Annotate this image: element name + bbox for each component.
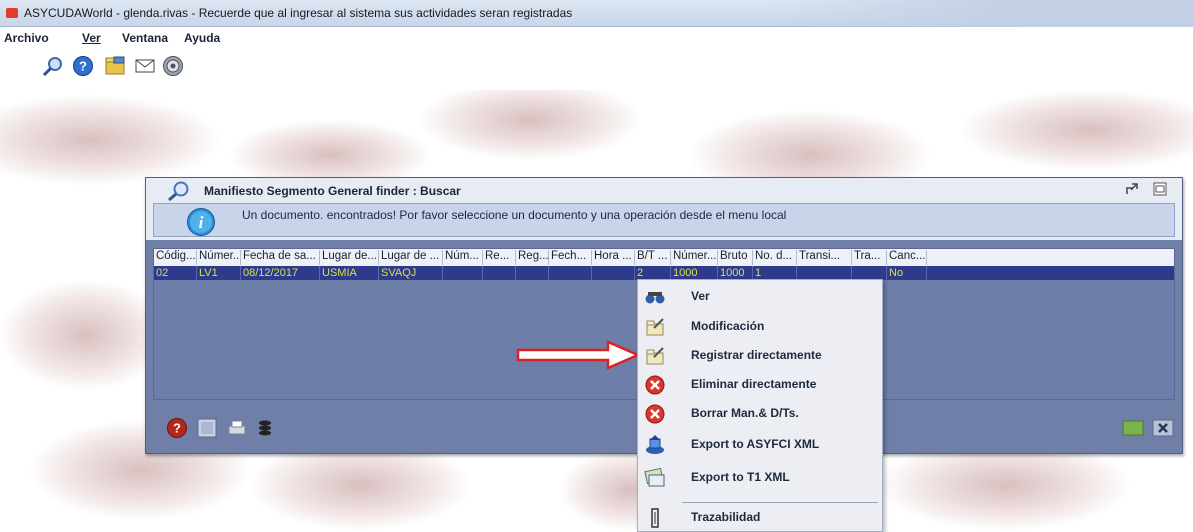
table-cell — [516, 266, 549, 280]
menu-item-trazabilidad[interactable]: Trazabilidad — [638, 503, 882, 531]
app-icon — [6, 8, 18, 18]
table-cell: USMIA — [320, 266, 379, 280]
finder-header: Manifiesto Segmento General finder : Bus… — [146, 178, 1182, 240]
svg-text:?: ? — [79, 59, 87, 74]
menu-ayuda[interactable]: Ayuda — [184, 31, 220, 45]
column-header[interactable]: Códig... — [154, 250, 197, 265]
menu-archivo[interactable]: Archivo — [4, 31, 49, 45]
power-icon[interactable] — [162, 55, 184, 77]
finder-title: Manifiesto Segmento General finder : Bus… — [204, 184, 461, 198]
column-header[interactable]: Canc... — [887, 250, 927, 265]
column-header[interactable]: Bruto — [718, 250, 753, 265]
table-cell — [852, 266, 887, 280]
table-cell — [549, 266, 592, 280]
svg-text:i: i — [199, 213, 204, 232]
table-cell: LV1 — [197, 266, 241, 280]
context-menu: Ver Modificación Registrar directamente … — [637, 279, 883, 532]
column-header[interactable]: Fecha de sa... — [241, 250, 320, 265]
help-icon[interactable]: ? — [166, 417, 188, 439]
menu-item-label: Borrar Man.& D/Ts. — [691, 406, 799, 420]
print-icon[interactable] — [226, 417, 248, 439]
confirm-icon[interactable] — [1122, 417, 1144, 439]
menu-item-modificacion[interactable]: Modificación — [638, 312, 882, 340]
detach-icon[interactable] — [1124, 181, 1140, 197]
maximize-icon[interactable] — [1152, 181, 1168, 197]
column-header[interactable]: Lugar de ... — [379, 250, 443, 265]
export-xml-icon — [646, 435, 664, 454]
annotation-arrow — [516, 340, 642, 370]
title-bar-gradient — [763, 0, 1193, 27]
menu-item-label: Eliminar directamente — [691, 377, 817, 391]
column-header[interactable]: Reg... — [516, 250, 549, 265]
menu-ver[interactable]: Ver — [82, 31, 101, 45]
table-cell: 2 — [635, 266, 671, 280]
column-header[interactable]: Hora ... — [592, 250, 635, 265]
menu-ventana[interactable]: Ventana — [122, 31, 168, 45]
edit-folder-icon — [646, 318, 664, 336]
help-icon[interactable]: ? — [72, 55, 94, 77]
close-icon[interactable] — [1152, 417, 1174, 439]
menu-item-label: Export to T1 XML — [691, 470, 790, 484]
column-header[interactable]: Númer... — [197, 250, 241, 265]
menu-item-eliminar-directamente[interactable]: Eliminar directamente — [638, 370, 882, 398]
column-header[interactable]: Lugar de... — [320, 250, 379, 265]
document-icon[interactable] — [196, 417, 218, 439]
column-header[interactable]: Tra... — [852, 250, 887, 265]
column-header[interactable]: Transi... — [797, 250, 852, 265]
menu-item-label: Trazabilidad — [691, 510, 761, 524]
table-row[interactable]: 02 LV1 08/12/2017 USMIA SVAQJ 2 1000 100… — [154, 266, 1174, 280]
menu-item-registrar-directamente[interactable]: Registrar directamente — [638, 341, 882, 369]
menu-item-label: Export to ASYFCI XML — [691, 437, 820, 451]
table-cell: No — [887, 266, 927, 280]
message-bar: i Un documento. encontrados! Por favor s… — [153, 203, 1175, 237]
mail-icon[interactable] — [134, 55, 156, 77]
table-cell: 1 — [753, 266, 797, 280]
table-cell: 02 — [154, 266, 197, 280]
menu-item-export-t1[interactable]: Export to T1 XML — [638, 463, 882, 491]
binoculars-search-icon — [168, 181, 189, 202]
svg-text:?: ? — [173, 421, 181, 436]
table-header: Códig... Númer... Fecha de sa... Lugar d… — [154, 249, 1174, 266]
column-header[interactable]: Fech... — [549, 250, 592, 265]
table-cell — [483, 266, 516, 280]
delete-icon — [645, 404, 665, 424]
message-text: Un documento. encontrados! Por favor sel… — [242, 208, 787, 222]
menu-item-label: Ver — [691, 289, 710, 303]
window-title: ASYCUDAWorld - glenda.rivas - Recuerde q… — [24, 6, 573, 20]
info-icon: i — [187, 208, 215, 236]
folder-icon[interactable] — [104, 55, 126, 77]
stack-icon[interactable] — [254, 417, 276, 439]
menu-bar: Archivo Ver Ventana Ayuda — [0, 28, 1193, 48]
table-cell — [592, 266, 635, 280]
menu-item-ver[interactable]: Ver — [638, 282, 882, 310]
column-header[interactable]: Re... — [483, 250, 516, 265]
delete-icon — [645, 375, 665, 395]
window-title-bar: ASYCUDAWorld - glenda.rivas - Recuerde q… — [0, 0, 1193, 27]
column-header[interactable]: B/T ... — [635, 250, 671, 265]
column-header[interactable]: Núm... — [443, 250, 483, 265]
menu-item-borrar[interactable]: Borrar Man.& D/Ts. — [638, 399, 882, 427]
menu-item-export-asyfci[interactable]: Export to ASYFCI XML — [638, 430, 882, 458]
table-cell: 1000 — [671, 266, 718, 280]
search-icon[interactable] — [42, 55, 64, 77]
table-cell — [797, 266, 852, 280]
view-icon — [645, 292, 665, 304]
table-cell: 1000 — [718, 266, 753, 280]
export-t1-icon — [644, 467, 665, 487]
column-header[interactable]: No. d... — [753, 250, 797, 265]
register-folder-icon — [646, 347, 664, 365]
column-header[interactable]: Númer... — [671, 250, 718, 265]
menu-item-label: Registrar directamente — [691, 348, 822, 362]
table-cell: 08/12/2017 — [241, 266, 320, 280]
table-cell: SVAQJ — [379, 266, 443, 280]
table-cell — [443, 266, 483, 280]
menu-item-label: Modificación — [691, 319, 765, 333]
trace-icon — [651, 508, 659, 528]
